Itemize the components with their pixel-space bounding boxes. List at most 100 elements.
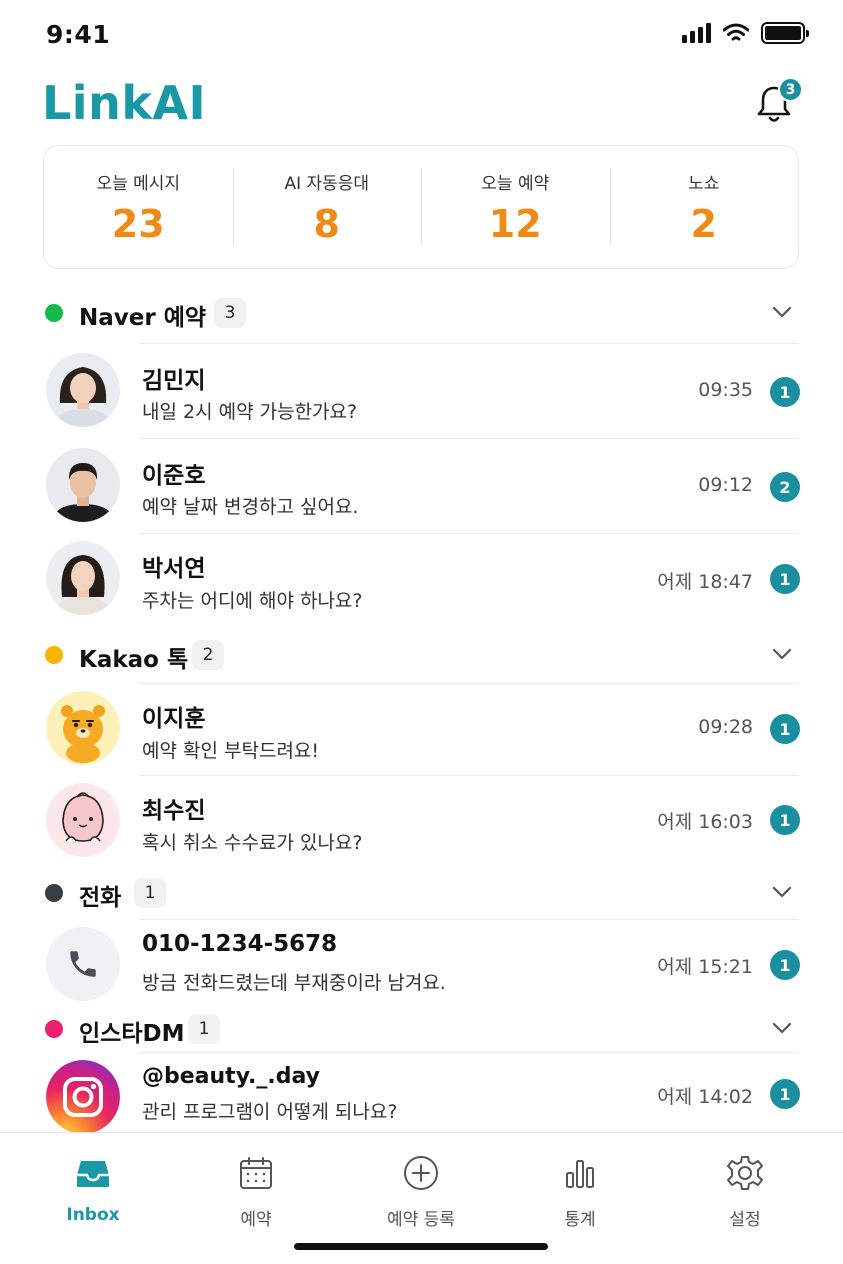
- avatar: [46, 541, 120, 615]
- divider: [140, 343, 799, 344]
- message-time: 어제 16:03: [657, 811, 753, 833]
- app-title: LinkAI: [42, 76, 207, 130]
- conversation-row[interactable]: 김민지 내일 2시 예약 가능한가요? 09:35 1: [0, 343, 843, 438]
- section-header-naver[interactable]: Naver 예약 3: [0, 290, 843, 334]
- contact-name: 이지훈: [142, 706, 206, 732]
- divider: [140, 1052, 799, 1053]
- avatar: [46, 691, 120, 765]
- message-time: 09:12: [698, 474, 753, 496]
- tab-label: 예약 등록: [387, 1210, 455, 1230]
- message-time: 09:28: [698, 716, 753, 738]
- inbox-icon: [77, 1161, 109, 1187]
- unread-badge: 1: [770, 564, 800, 594]
- tab-label: Inbox: [66, 1205, 120, 1225]
- stat-ai-auto-reply: AI 자동응대 8: [232, 146, 422, 268]
- tab-new-reservation[interactable]: 예약 등록: [356, 1153, 486, 1230]
- battery-icon: [761, 22, 809, 44]
- section-count: 3: [214, 298, 246, 328]
- message-time: 어제 14:02: [657, 1086, 753, 1108]
- status-icons: [682, 22, 809, 44]
- tab-inbox[interactable]: Inbox: [28, 1153, 158, 1225]
- divider: [140, 919, 799, 920]
- unread-badge: 1: [770, 714, 800, 744]
- section-title: 전화: [79, 885, 122, 911]
- divider: [140, 683, 799, 684]
- unread-badge: 1: [770, 805, 800, 835]
- avatar: [46, 927, 120, 1001]
- conversation-row[interactable]: 박서연 주차는 어디에 해야 하나요? 어제 18:47 1: [0, 533, 843, 628]
- message-preview: 방금 전화드렸는데 부재중이라 남겨요.: [142, 972, 446, 994]
- conversation-row[interactable]: 이준호 예약 날짜 변경하고 싶어요. 09:12 2: [0, 438, 843, 533]
- section-header-phone[interactable]: 전화 1: [0, 870, 843, 914]
- instagram-logo-icon: [46, 1060, 120, 1134]
- avatar: [46, 448, 120, 522]
- kakao-dot-icon: [45, 646, 63, 664]
- stat-no-show: 노쇼 2: [609, 146, 799, 268]
- plus-circle-icon: [404, 1156, 438, 1190]
- chevron-down-icon[interactable]: [770, 642, 794, 666]
- message-time: 09:35: [698, 379, 753, 401]
- wifi-icon: [723, 23, 749, 41]
- chevron-down-icon[interactable]: [770, 880, 794, 904]
- calendar-icon: [240, 1157, 272, 1189]
- conversation-row[interactable]: @beauty._.day 관리 프로그램이 어떻게 되나요? 어제 14:02…: [0, 1052, 843, 1134]
- contact-name: 이준호: [142, 463, 206, 489]
- section-header-instagram[interactable]: 인스타DM 1: [0, 1006, 843, 1050]
- status-bar: 9:41: [0, 0, 843, 70]
- avatar: [46, 353, 120, 427]
- message-preview: 관리 프로그램이 어떻게 되나요?: [142, 1101, 398, 1123]
- tab-statistics[interactable]: 통계: [515, 1153, 645, 1230]
- stat-today-reservations: 오늘 예약 12: [421, 146, 610, 268]
- conversation-row[interactable]: 010-1234-5678 방금 전화드렸는데 부재중이라 남겨요. 어제 15…: [0, 919, 843, 1009]
- contact-name: 010-1234-5678: [142, 931, 338, 957]
- stat-value: 8: [313, 201, 340, 246]
- stat-label: 오늘 메시지: [96, 173, 181, 194]
- stat-today-messages: 오늘 메시지 23: [44, 146, 233, 268]
- contact-name: 김민지: [142, 368, 206, 394]
- message-preview: 내일 2시 예약 가능한가요?: [142, 401, 358, 423]
- tab-reservations[interactable]: 예약: [191, 1153, 321, 1230]
- unread-badge: 1: [770, 950, 800, 980]
- message-preview: 예약 날짜 변경하고 싶어요.: [142, 496, 359, 518]
- tab-settings[interactable]: 설정: [680, 1153, 810, 1230]
- gear-icon: [727, 1156, 763, 1190]
- phone-icon: [70, 951, 96, 977]
- divider: [140, 438, 799, 439]
- tab-label: 통계: [564, 1210, 596, 1230]
- unread-badge: 1: [770, 1079, 800, 1109]
- instagram-dot-icon: [45, 1020, 63, 1038]
- message-time: 어제 15:21: [657, 956, 753, 978]
- unread-badge: 1: [770, 377, 800, 407]
- stat-value: 23: [111, 201, 165, 246]
- phone-dot-icon: [45, 884, 63, 902]
- notification-badge: 3: [778, 77, 803, 102]
- section-count: 1: [134, 878, 166, 908]
- naver-dot-icon: [45, 304, 63, 322]
- avatar: [46, 783, 120, 857]
- contact-name: @beauty._.day: [142, 1064, 320, 1089]
- divider: [140, 533, 799, 534]
- cellular-signal-icon: [682, 23, 711, 43]
- message-preview: 주차는 어디에 해야 하나요?: [142, 590, 363, 612]
- section-count: 1: [188, 1014, 220, 1044]
- message-preview: 혹시 취소 수수료가 있나요?: [142, 832, 363, 854]
- section-count: 2: [192, 640, 224, 670]
- conversation-row[interactable]: 최수진 혹시 취소 수수료가 있나요? 어제 16:03 1: [0, 775, 843, 867]
- status-time: 9:41: [46, 20, 111, 49]
- message-preview: 예약 확인 부탁드려요!: [142, 740, 320, 762]
- tab-label: 설정: [729, 1210, 761, 1230]
- section-title: 인스타DM: [79, 1021, 185, 1047]
- home-indicator[interactable]: [294, 1243, 548, 1250]
- chevron-down-icon[interactable]: [770, 300, 794, 324]
- contact-name: 박서연: [142, 556, 206, 582]
- section-header-kakao[interactable]: Kakao 톡 2: [0, 632, 843, 676]
- stat-label: AI 자동응대: [284, 173, 370, 194]
- conversation-row[interactable]: 이지훈 예약 확인 부탁드려요! 09:28 1: [0, 683, 843, 775]
- unread-badge: 2: [770, 472, 800, 502]
- section-title: Kakao 톡: [79, 647, 189, 673]
- stat-value: 2: [690, 201, 717, 246]
- divider: [140, 775, 799, 776]
- section-title: Naver 예약: [79, 305, 207, 331]
- stats-card: 오늘 메시지 23 AI 자동응대 8 오늘 예약 12 노쇼 2: [43, 145, 799, 269]
- chevron-down-icon[interactable]: [770, 1016, 794, 1040]
